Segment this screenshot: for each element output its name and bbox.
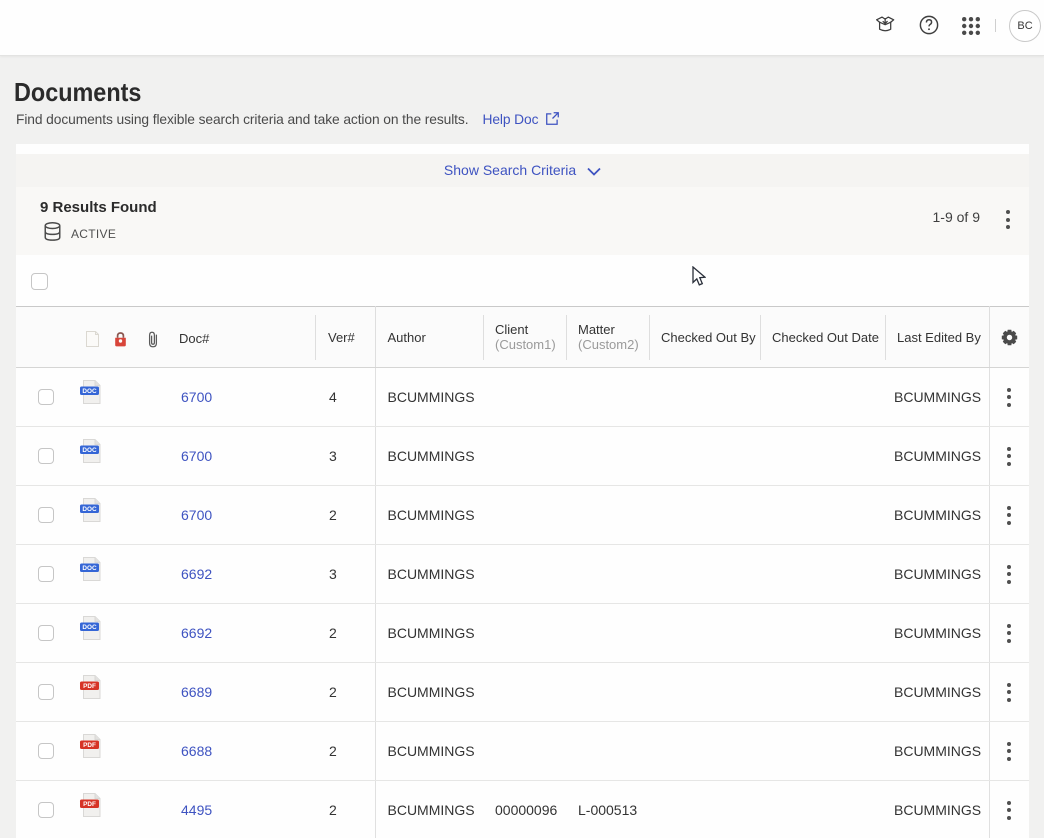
svg-text:DOC: DOC bbox=[82, 388, 97, 395]
svg-text:DOC: DOC bbox=[82, 506, 97, 513]
svg-text:DOC: DOC bbox=[82, 447, 97, 454]
svg-text:PDF: PDF bbox=[83, 683, 96, 690]
svg-text:DOC: DOC bbox=[82, 624, 97, 631]
svg-text:PDF: PDF bbox=[83, 742, 96, 749]
svg-text:PDF: PDF bbox=[83, 801, 96, 808]
svg-text:DOC: DOC bbox=[82, 565, 97, 572]
